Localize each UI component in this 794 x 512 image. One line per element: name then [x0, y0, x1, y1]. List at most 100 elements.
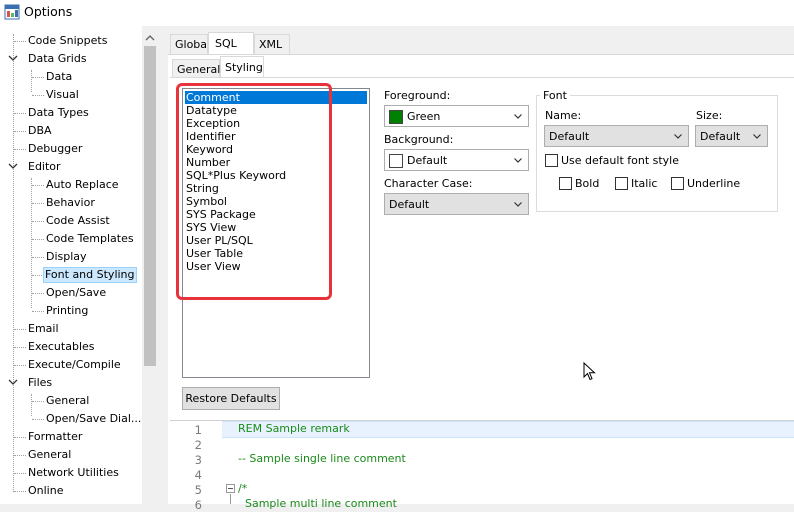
- line-number: 2: [194, 438, 202, 452]
- tab-global[interactable]: Global: [170, 34, 211, 54]
- line-number: 4: [194, 468, 202, 482]
- tree-item-online[interactable]: Online: [0, 482, 142, 500]
- background-color-select[interactable]: Default: [384, 149, 529, 171]
- line-number: 1: [194, 423, 202, 437]
- tab-global-label: Global: [175, 38, 211, 51]
- italic-checkbox[interactable]: [615, 177, 628, 190]
- tree-item-data-grids[interactable]: Data Grids: [0, 50, 142, 68]
- tree-item-label: Formatter: [28, 430, 83, 443]
- code-line: /*: [238, 482, 248, 495]
- tree-item-label: Executables: [28, 340, 95, 353]
- line-number: 5: [194, 483, 202, 497]
- tree-item-data[interactable]: Data: [0, 68, 142, 86]
- tree-item-auto-replace[interactable]: Auto Replace: [0, 176, 142, 194]
- chevron-down-icon[interactable]: [7, 160, 19, 172]
- code-line: REM Sample remark: [238, 422, 350, 435]
- tree-item-code-templates[interactable]: Code Templates: [0, 230, 142, 248]
- options-tree[interactable]: Code Snippets Data Grids Data Visual Dat…: [0, 26, 158, 504]
- tree-item-network-utilities[interactable]: Network Utilities: [0, 464, 142, 482]
- character-case-select[interactable]: Default: [384, 193, 529, 215]
- tree-item-label: Code Assist: [46, 214, 110, 227]
- tree-item-files-general[interactable]: General: [0, 392, 142, 410]
- font-group-label: Font: [540, 89, 570, 102]
- character-case-value: Default: [389, 198, 430, 211]
- bold-checkbox[interactable]: [559, 177, 572, 190]
- tree-item-label: Open/Save Dial...: [46, 412, 142, 425]
- scroll-up-arrow-icon[interactable]: [142, 30, 158, 46]
- tree-item-label: Data: [46, 70, 73, 83]
- foreground-label: Foreground:: [384, 89, 451, 102]
- tab-sql[interactable]: SQL: [208, 32, 254, 55]
- tab-sql-label: SQL: [215, 37, 237, 50]
- use-default-font-style-checkbox[interactable]: [545, 154, 558, 167]
- tree-item-data-types[interactable]: Data Types: [0, 104, 142, 122]
- tree-item-editor[interactable]: Editor: [0, 158, 142, 176]
- tree-item-open-save[interactable]: Open/Save: [0, 284, 142, 302]
- tree-item-label: Online: [28, 484, 64, 497]
- tab-styling-label: Styling: [225, 61, 263, 74]
- tree-item-email[interactable]: Email: [0, 320, 142, 338]
- tree-item-label: Printing: [46, 304, 89, 317]
- use-default-font-style-label: Use default font style: [561, 154, 680, 167]
- tree-item-execute-compile[interactable]: Execute/Compile: [0, 356, 142, 374]
- tree-item-dba[interactable]: DBA: [0, 122, 142, 140]
- chevron-down-icon: [674, 134, 682, 139]
- highlight-annotation-box: [176, 83, 332, 300]
- tree-item-code-assist[interactable]: Code Assist: [0, 212, 142, 230]
- tree-item-label: Files: [28, 376, 53, 389]
- foreground-color-select[interactable]: Green: [384, 105, 529, 127]
- line-number: 6: [194, 498, 202, 512]
- tree-item-debugger[interactable]: Debugger: [0, 140, 142, 158]
- tree-item-label: Open/Save: [46, 286, 107, 299]
- tree-item-label: Visual: [46, 88, 79, 101]
- font-name-select[interactable]: Default: [544, 125, 689, 147]
- tab-xml[interactable]: XML: [254, 34, 290, 54]
- tree-item-label: Data Types: [28, 106, 89, 119]
- tree-item-behavior[interactable]: Behavior: [0, 194, 142, 212]
- tree-item-label: Debugger: [28, 142, 83, 155]
- font-name-label: Name:: [545, 109, 582, 122]
- tree-item-executables[interactable]: Executables: [0, 338, 142, 356]
- font-size-value: Default: [700, 130, 741, 143]
- mouse-cursor-icon: [583, 362, 596, 381]
- tree-item-display[interactable]: Display: [0, 248, 142, 266]
- tree-item-label: Data Grids: [28, 52, 87, 65]
- tree-scrollbar-thumb[interactable]: [144, 46, 156, 366]
- bold-label: Bold: [575, 177, 600, 190]
- tree-item-label: Display: [46, 250, 87, 263]
- tree-item-general[interactable]: General: [0, 446, 142, 464]
- italic-label: Italic: [631, 177, 658, 190]
- tree-item-printing[interactable]: Printing: [0, 302, 142, 320]
- chevron-down-icon[interactable]: [7, 376, 19, 388]
- tree-item-label: Editor: [28, 160, 61, 173]
- background-value: Default: [407, 154, 448, 167]
- tree-item-formatter[interactable]: Formatter: [0, 428, 142, 446]
- tree-item-font-and-styling[interactable]: Font and Styling: [0, 266, 142, 284]
- code-line: -- Sample single line comment: [238, 452, 406, 465]
- tree-item-code-snippets[interactable]: Code Snippets: [0, 32, 142, 50]
- tab-xml-label: XML: [259, 38, 283, 51]
- chevron-down-icon[interactable]: [7, 52, 19, 64]
- tree-item-visual[interactable]: Visual: [0, 86, 142, 104]
- chevron-down-icon: [514, 158, 522, 163]
- tree-item-label: Behavior: [46, 196, 95, 209]
- restore-defaults-button[interactable]: Restore Defaults: [182, 387, 280, 410]
- foreground-color-swatch: [389, 110, 403, 124]
- tab-general[interactable]: General: [172, 59, 220, 78]
- background-label: Background:: [384, 133, 454, 146]
- tab-general-label: General: [177, 63, 221, 76]
- character-case-label: Character Case:: [384, 177, 473, 190]
- tab-styling[interactable]: Styling: [220, 56, 264, 78]
- tree-item-open-save-dialog[interactable]: Open/Save Dial...: [0, 410, 142, 428]
- chevron-down-icon: [514, 202, 522, 207]
- tree-item-label: DBA: [28, 124, 52, 137]
- tree-item-files[interactable]: Files: [0, 374, 142, 392]
- font-size-label: Size:: [696, 109, 723, 122]
- font-name-value: Default: [549, 130, 590, 143]
- tree-item-label: Code Templates: [46, 232, 134, 245]
- font-size-select[interactable]: Default: [695, 125, 768, 147]
- underline-checkbox[interactable]: [671, 177, 684, 190]
- underline-label: Underline: [687, 177, 741, 190]
- tree-item-label: General: [46, 394, 90, 407]
- fold-collapse-icon[interactable]: [226, 484, 235, 493]
